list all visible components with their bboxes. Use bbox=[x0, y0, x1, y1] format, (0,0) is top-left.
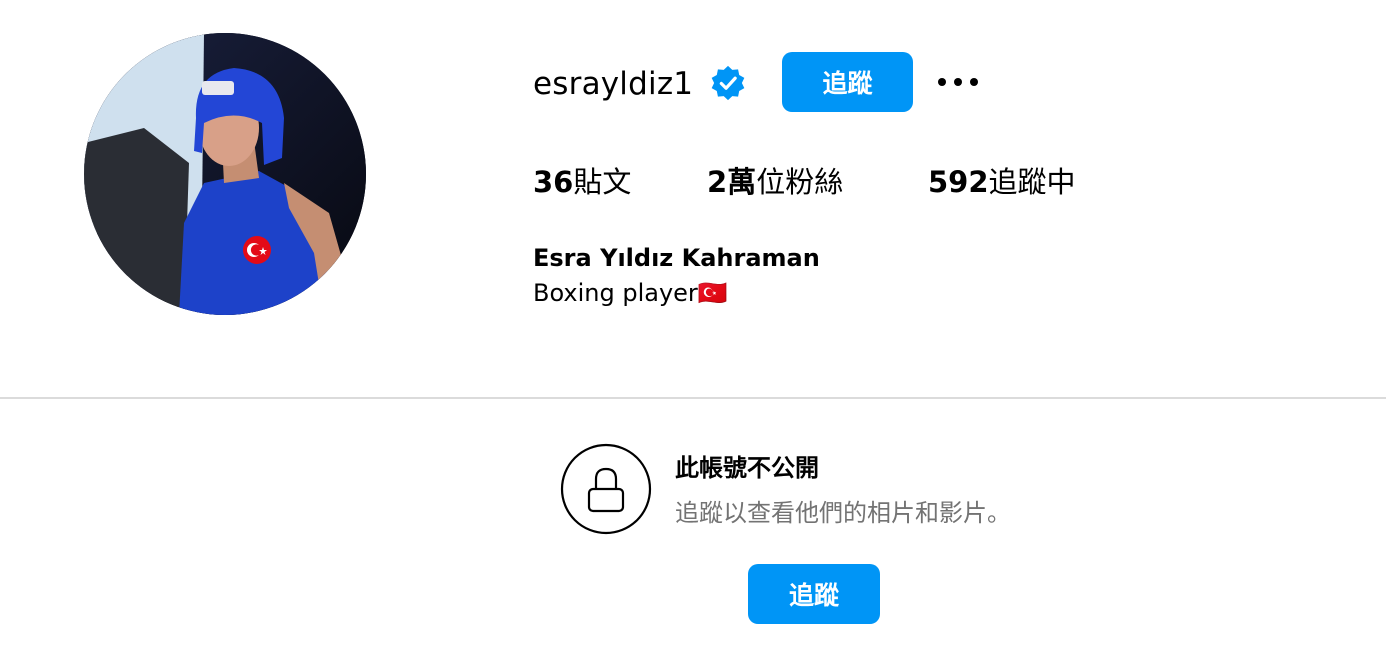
stat-followers[interactable]: 2萬位粉絲 bbox=[707, 163, 843, 201]
following-count: 592 bbox=[928, 165, 989, 199]
lock-icon bbox=[560, 443, 652, 535]
profile-username: esrayldiz1 bbox=[533, 66, 694, 102]
profile-bio: Boxing player🇹🇷 bbox=[533, 279, 728, 307]
followers-label: 位粉絲 bbox=[756, 165, 844, 199]
posts-label: 貼文 bbox=[573, 165, 632, 199]
followers-count: 2萬 bbox=[707, 165, 757, 199]
following-label: 追蹤中 bbox=[988, 165, 1076, 199]
section-divider bbox=[0, 397, 1386, 399]
profile-page: esrayldiz1 追蹤 36貼文 2萬位粉絲 592追蹤中 Esra Yıl… bbox=[0, 0, 1386, 666]
follow-button-bottom[interactable]: 追蹤 bbox=[748, 564, 880, 624]
stat-posts: 36貼文 bbox=[533, 163, 631, 201]
verified-badge-icon bbox=[711, 65, 745, 101]
avatar-photo bbox=[84, 33, 366, 315]
stat-following[interactable]: 592追蹤中 bbox=[928, 163, 1076, 201]
private-account-title: 此帳號不公開 bbox=[675, 454, 819, 482]
private-account-subtitle: 追蹤以查看他們的相片和影片。 bbox=[675, 499, 1011, 527]
more-options-icon[interactable] bbox=[932, 64, 984, 100]
posts-count: 36 bbox=[533, 165, 574, 199]
profile-avatar[interactable] bbox=[84, 33, 366, 315]
follow-button[interactable]: 追蹤 bbox=[782, 52, 913, 112]
profile-full-name: Esra Yıldız Kahraman bbox=[533, 244, 820, 272]
